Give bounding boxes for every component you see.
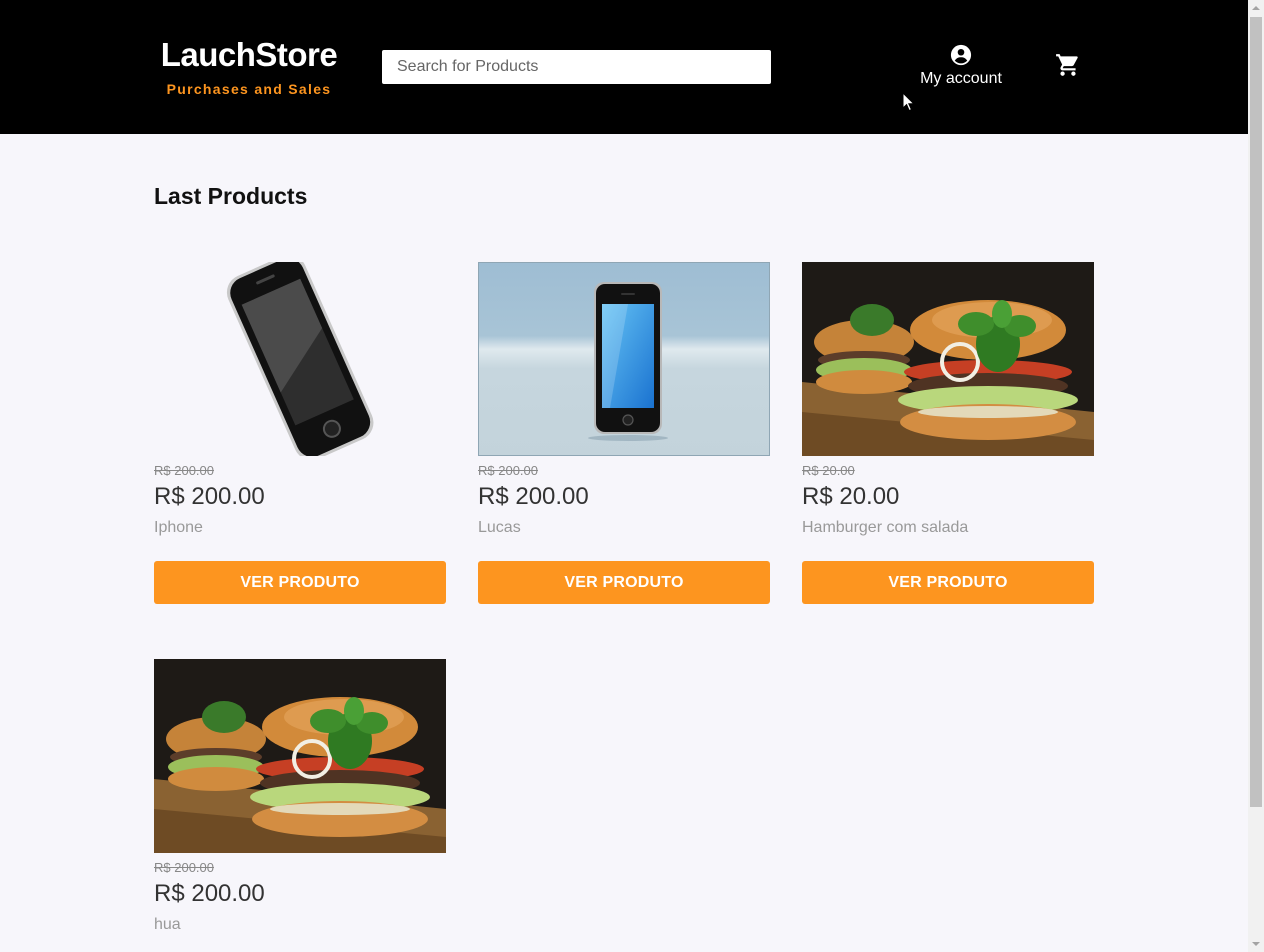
view-product-button[interactable]: VER PRODUTO	[154, 561, 446, 604]
my-account-link[interactable]: My account	[914, 44, 1008, 88]
product-card: R$ 200.00 R$ 200.00 hua	[154, 659, 446, 935]
vertical-scrollbar[interactable]	[1248, 0, 1264, 952]
old-price: R$ 200.00	[478, 463, 538, 478]
brand-name: LauchStore	[160, 36, 338, 73]
brand-tagline: Purchases and Sales	[166, 81, 332, 97]
my-account-label: My account	[920, 70, 1002, 87]
old-price: R$ 200.00	[154, 860, 214, 875]
old-price: R$ 20.00	[802, 463, 855, 478]
mouse-cursor-icon	[902, 92, 916, 112]
search-input[interactable]	[382, 50, 771, 84]
product-image[interactable]	[802, 262, 1094, 456]
store-logo[interactable]: LauchStore Purchases and Sales	[154, 36, 344, 97]
product-card: R$ 200.00 R$ 200.00 Iphone VER PRODUTO	[154, 262, 446, 604]
product-card: R$ 200.00 R$ 200.00 Lucas VER PRODUTO	[478, 262, 770, 604]
old-price: R$ 200.00	[154, 463, 214, 478]
scrollbar-thumb[interactable]	[1250, 17, 1262, 807]
top-header: LauchStore Purchases and Sales My accoun…	[0, 0, 1248, 134]
view-product-button[interactable]: VER PRODUTO	[478, 561, 770, 604]
product-name: Lucas	[478, 519, 521, 536]
product-name: hua	[154, 916, 181, 933]
price: R$ 20.00	[802, 483, 900, 510]
product-image[interactable]	[154, 262, 446, 456]
page: LauchStore Purchases and Sales My accoun…	[0, 0, 1264, 952]
product-image[interactable]	[154, 659, 446, 853]
price: R$ 200.00	[478, 483, 589, 510]
view-product-button[interactable]: VER PRODUTO	[802, 561, 1094, 604]
price: R$ 200.00	[154, 880, 265, 907]
product-name: Hamburger com salada	[802, 519, 969, 536]
product-name: Iphone	[154, 519, 203, 536]
section-title: Last Products	[154, 183, 308, 209]
scroll-down-arrow-icon[interactable]	[1248, 936, 1264, 952]
scroll-up-arrow-icon[interactable]	[1248, 0, 1264, 16]
product-card: R$ 20.00 R$ 20.00 Hamburger com salada V…	[802, 262, 1094, 604]
price: R$ 200.00	[154, 483, 265, 510]
product-image[interactable]	[478, 262, 770, 456]
shopping-cart-icon[interactable]	[1055, 52, 1081, 78]
account-circle-icon	[950, 44, 972, 66]
